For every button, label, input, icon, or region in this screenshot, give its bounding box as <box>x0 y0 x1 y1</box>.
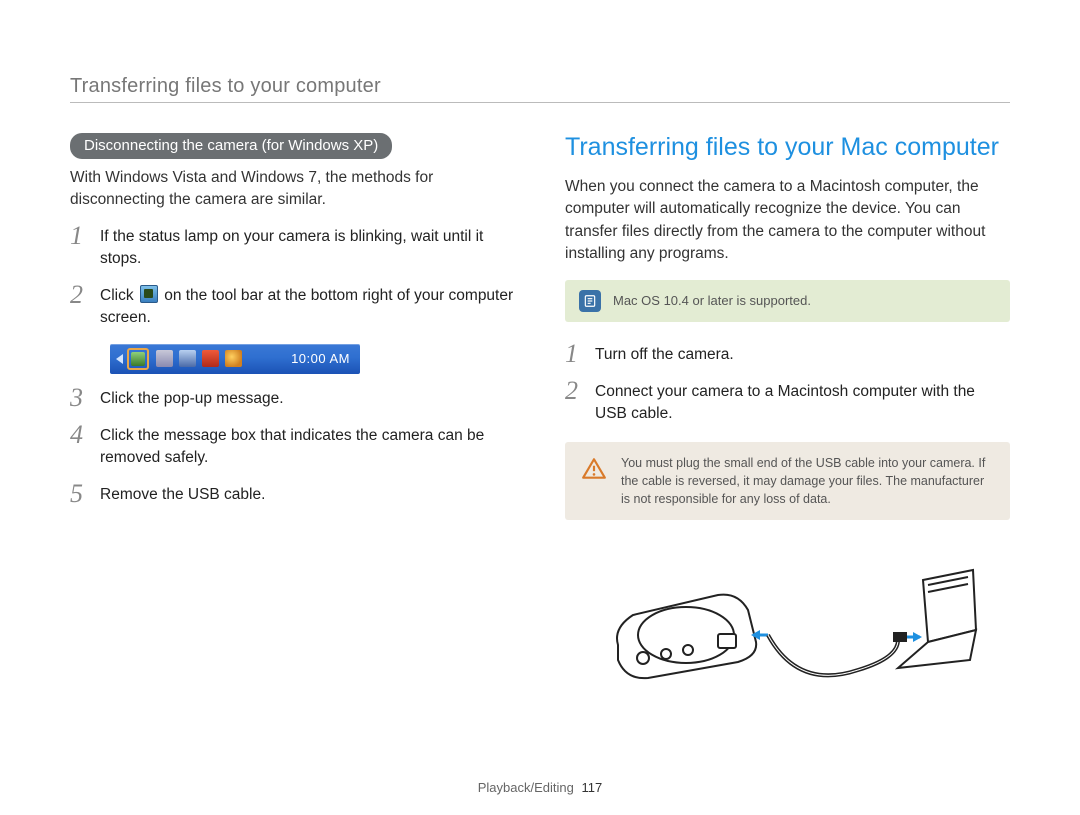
step-number: 2 <box>70 282 88 308</box>
tray-selected-outline <box>127 348 149 370</box>
camera-laptop-illustration <box>565 550 1010 700</box>
tray-icon <box>179 350 196 367</box>
step-number: 5 <box>70 481 88 507</box>
step-number: 3 <box>70 385 88 411</box>
warning-text: You must plug the small end of the USB c… <box>621 454 994 508</box>
step-4: 4 Click the message box that indicates t… <box>70 425 515 470</box>
tray-icon <box>156 350 173 367</box>
step-text: Click the pop-up message. <box>100 388 515 410</box>
section-title: Transferring files to your Mac computer <box>565 133 1010 162</box>
right-column: Transferring files to your Mac computer … <box>565 133 1010 700</box>
footer-section: Playback/Editing <box>478 780 574 795</box>
note-text: Mac OS 10.4 or later is supported. <box>613 293 811 308</box>
right-intro-text: When you connect the camera to a Macinto… <box>565 176 1010 266</box>
page-footer: Playback/Editing 117 <box>0 780 1080 795</box>
warning-icon <box>581 456 607 487</box>
step-3: 3 Click the pop-up message. <box>70 388 515 411</box>
mac-step-2: 2 Connect your camera to a Macintosh com… <box>565 381 1010 426</box>
note-icon <box>579 290 601 312</box>
step-number: 1 <box>70 223 88 249</box>
step-5: 5 Remove the USB cable. <box>70 484 515 507</box>
step-text-pre: Click <box>100 287 138 304</box>
step-number: 1 <box>565 341 583 367</box>
step-1: 1 If the status lamp on your camera is b… <box>70 226 515 271</box>
step-text: Click on the tool bar at the bottom righ… <box>100 285 515 330</box>
mac-step-1: 1 Turn off the camera. <box>565 344 1010 367</box>
step-number: 2 <box>565 378 583 404</box>
note-callout: Mac OS 10.4 or later is supported. <box>565 280 1010 322</box>
footer-page-number: 117 <box>582 780 603 795</box>
step-text: Turn off the camera. <box>595 344 1010 366</box>
step-2: 2 Click on the tool bar at the bottom ri… <box>70 285 515 330</box>
page-breadcrumb: Transferring files to your computer <box>70 75 1010 98</box>
tray-volume-icon <box>202 350 219 367</box>
safely-remove-hardware-icon <box>131 352 145 366</box>
step-text: Connect your camera to a Macintosh compu… <box>595 381 1010 426</box>
warning-callout: You must plug the small end of the USB c… <box>565 442 1010 520</box>
windows-xp-system-tray: 10:00 AM <box>110 344 360 374</box>
tray-icon <box>225 350 242 367</box>
tray-clock: 10:00 AM <box>291 351 350 366</box>
step-text: Remove the USB cable. <box>100 484 515 506</box>
step-text: Click the message box that indicates the… <box>100 425 515 470</box>
left-column: Disconnecting the camera (for Windows XP… <box>70 133 515 700</box>
header-rule <box>70 102 1010 103</box>
step-number: 4 <box>70 422 88 448</box>
subsection-pill: Disconnecting the camera (for Windows XP… <box>70 133 392 159</box>
tray-expand-chevron-icon <box>116 354 123 364</box>
step-text: If the status lamp on your camera is bli… <box>100 226 515 271</box>
left-intro-text: With Windows Vista and Windows 7, the me… <box>70 167 515 212</box>
safely-remove-hardware-icon <box>140 285 158 303</box>
step-text-post: on the tool bar at the bottom right of y… <box>100 287 513 326</box>
